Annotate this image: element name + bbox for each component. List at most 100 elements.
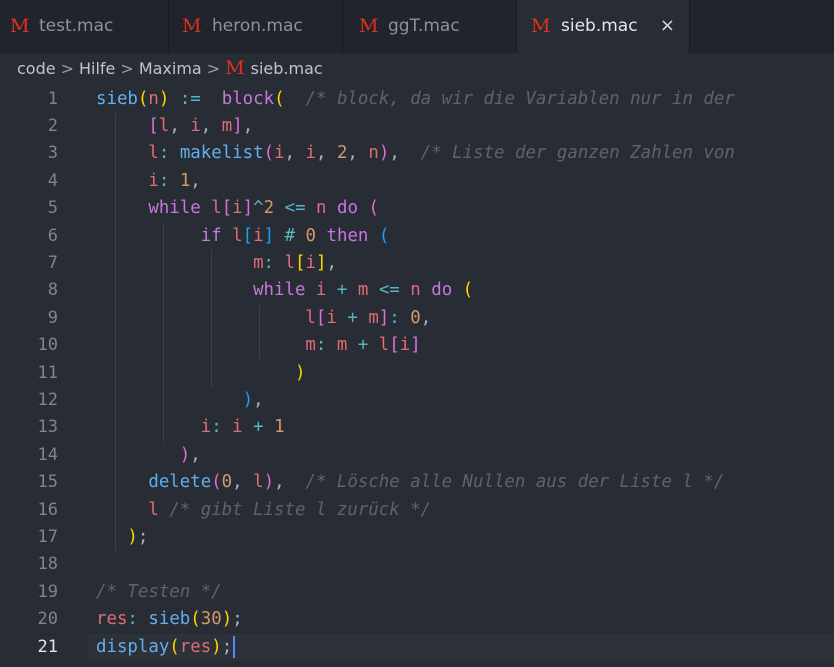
line-number: 12 — [37, 389, 58, 410]
code-token: , — [274, 472, 306, 493]
code-token: while — [148, 198, 201, 219]
code-token: delete — [148, 472, 212, 493]
code-token: i — [274, 143, 285, 164]
code-token: ] — [242, 198, 254, 219]
code-line[interactable]: ); — [96, 524, 148, 551]
code-token: l — [253, 472, 264, 493]
code-token: , — [253, 389, 264, 410]
line-number: 6 — [47, 225, 58, 246]
breadcrumb-item-maxima[interactable]: Maxima — [139, 53, 202, 84]
code-token: , — [232, 472, 254, 493]
breadcrumb-item-file[interactable]: sieb.mac — [251, 53, 323, 84]
code-token: ) — [179, 444, 191, 465]
code-token: + — [347, 307, 358, 328]
code-token: m — [368, 307, 379, 328]
code-token: : — [315, 335, 327, 356]
code-token: ( — [462, 280, 474, 301]
tab-sieb-mac[interactable]: M sieb.mac × — [517, 0, 690, 53]
code-token: i — [148, 170, 159, 191]
tab-label: test.mac — [39, 16, 114, 36]
line-number: 20 — [37, 609, 58, 630]
code-token: i — [315, 280, 327, 301]
code-token: m — [357, 280, 369, 301]
code-line[interactable]: ) — [96, 360, 305, 387]
code-line[interactable]: m: l[i], — [96, 250, 337, 277]
code-token: ) — [211, 636, 222, 657]
code-token: then — [326, 225, 369, 246]
code-token: l — [148, 499, 159, 520]
code-token: l — [232, 225, 243, 246]
code-line[interactable]: if l[i] # 0 then ( — [96, 223, 390, 250]
code-editor[interactable]: 1 sieb(n) := block( /* block, da wir die … — [0, 84, 834, 667]
code-line[interactable]: res: sieb(30); — [96, 606, 243, 633]
code-line[interactable]: delete(0, l), /* Lösche alle Nullen aus … — [96, 469, 724, 496]
code-token: res — [179, 636, 212, 657]
code-token: i — [326, 307, 337, 328]
code-token: n — [316, 198, 327, 219]
code-line[interactable]: i: 1, — [96, 168, 200, 195]
code-line[interactable]: while i + m <= n do ( — [96, 277, 473, 304]
code-line[interactable]: display(res); — [96, 634, 236, 661]
code-token: sieb — [96, 88, 138, 109]
code-token: [ — [242, 225, 254, 246]
line-number: 11 — [37, 362, 58, 383]
code-token: ( — [378, 225, 390, 246]
code-token: : — [127, 609, 138, 630]
tab-test-mac[interactable]: M test.mac — [0, 0, 169, 53]
line-number: 5 — [47, 198, 58, 219]
code-token: ) — [294, 362, 306, 383]
code-token: ( — [190, 609, 201, 630]
breadcrumb-item-hilfe[interactable]: Hilfe — [79, 53, 115, 84]
code-token: [ — [389, 335, 400, 356]
tab-ggt-mac[interactable]: M ggT.mac — [343, 0, 517, 53]
code-line[interactable]: m: m + l[i] — [96, 332, 420, 359]
line-number: 1 — [47, 88, 58, 109]
code-line[interactable]: ), — [96, 442, 201, 469]
code-token: /* gibt Liste l zurück */ — [169, 499, 432, 520]
code-token: display — [96, 636, 170, 657]
code-token: , — [190, 444, 201, 465]
code-line[interactable]: sieb(n) := block( /* block, da wir die V… — [96, 86, 735, 113]
code-line[interactable]: /* Testen */ — [96, 579, 222, 606]
breadcrumb-item-code[interactable]: code — [17, 53, 56, 84]
code-token: ( — [211, 472, 222, 493]
code-line[interactable]: l: makelist(i, i, 2, n), /* Liste der ga… — [96, 140, 735, 167]
code-token: ] — [263, 225, 275, 246]
code-token: [ — [221, 198, 233, 219]
code-line[interactable]: ), — [96, 387, 264, 414]
close-icon[interactable]: × — [660, 13, 675, 39]
code-line[interactable]: l[i + m]: 0, — [96, 305, 431, 332]
line-number: 2 — [47, 115, 58, 136]
code-token: := — [179, 88, 201, 109]
code-token: /* Liste der ganzen Zahlen von — [420, 143, 735, 164]
code-token: 0 — [305, 225, 317, 246]
tab-heron-mac[interactable]: M heron.mac — [169, 0, 343, 53]
code-line[interactable]: [l, i, m], — [96, 113, 253, 140]
code-token: makelist — [179, 143, 264, 164]
maxima-file-icon: M — [359, 15, 379, 37]
code-token: : — [158, 143, 170, 164]
code-token: i — [232, 417, 243, 438]
code-line[interactable]: l /* gibt Liste l zurück */ — [96, 497, 431, 524]
code-line[interactable]: i: i + 1 — [96, 414, 285, 441]
code-token: + — [253, 417, 264, 438]
code-line[interactable]: while l[i]^2 <= n do ( — [96, 195, 379, 222]
code-token: , — [242, 115, 254, 136]
